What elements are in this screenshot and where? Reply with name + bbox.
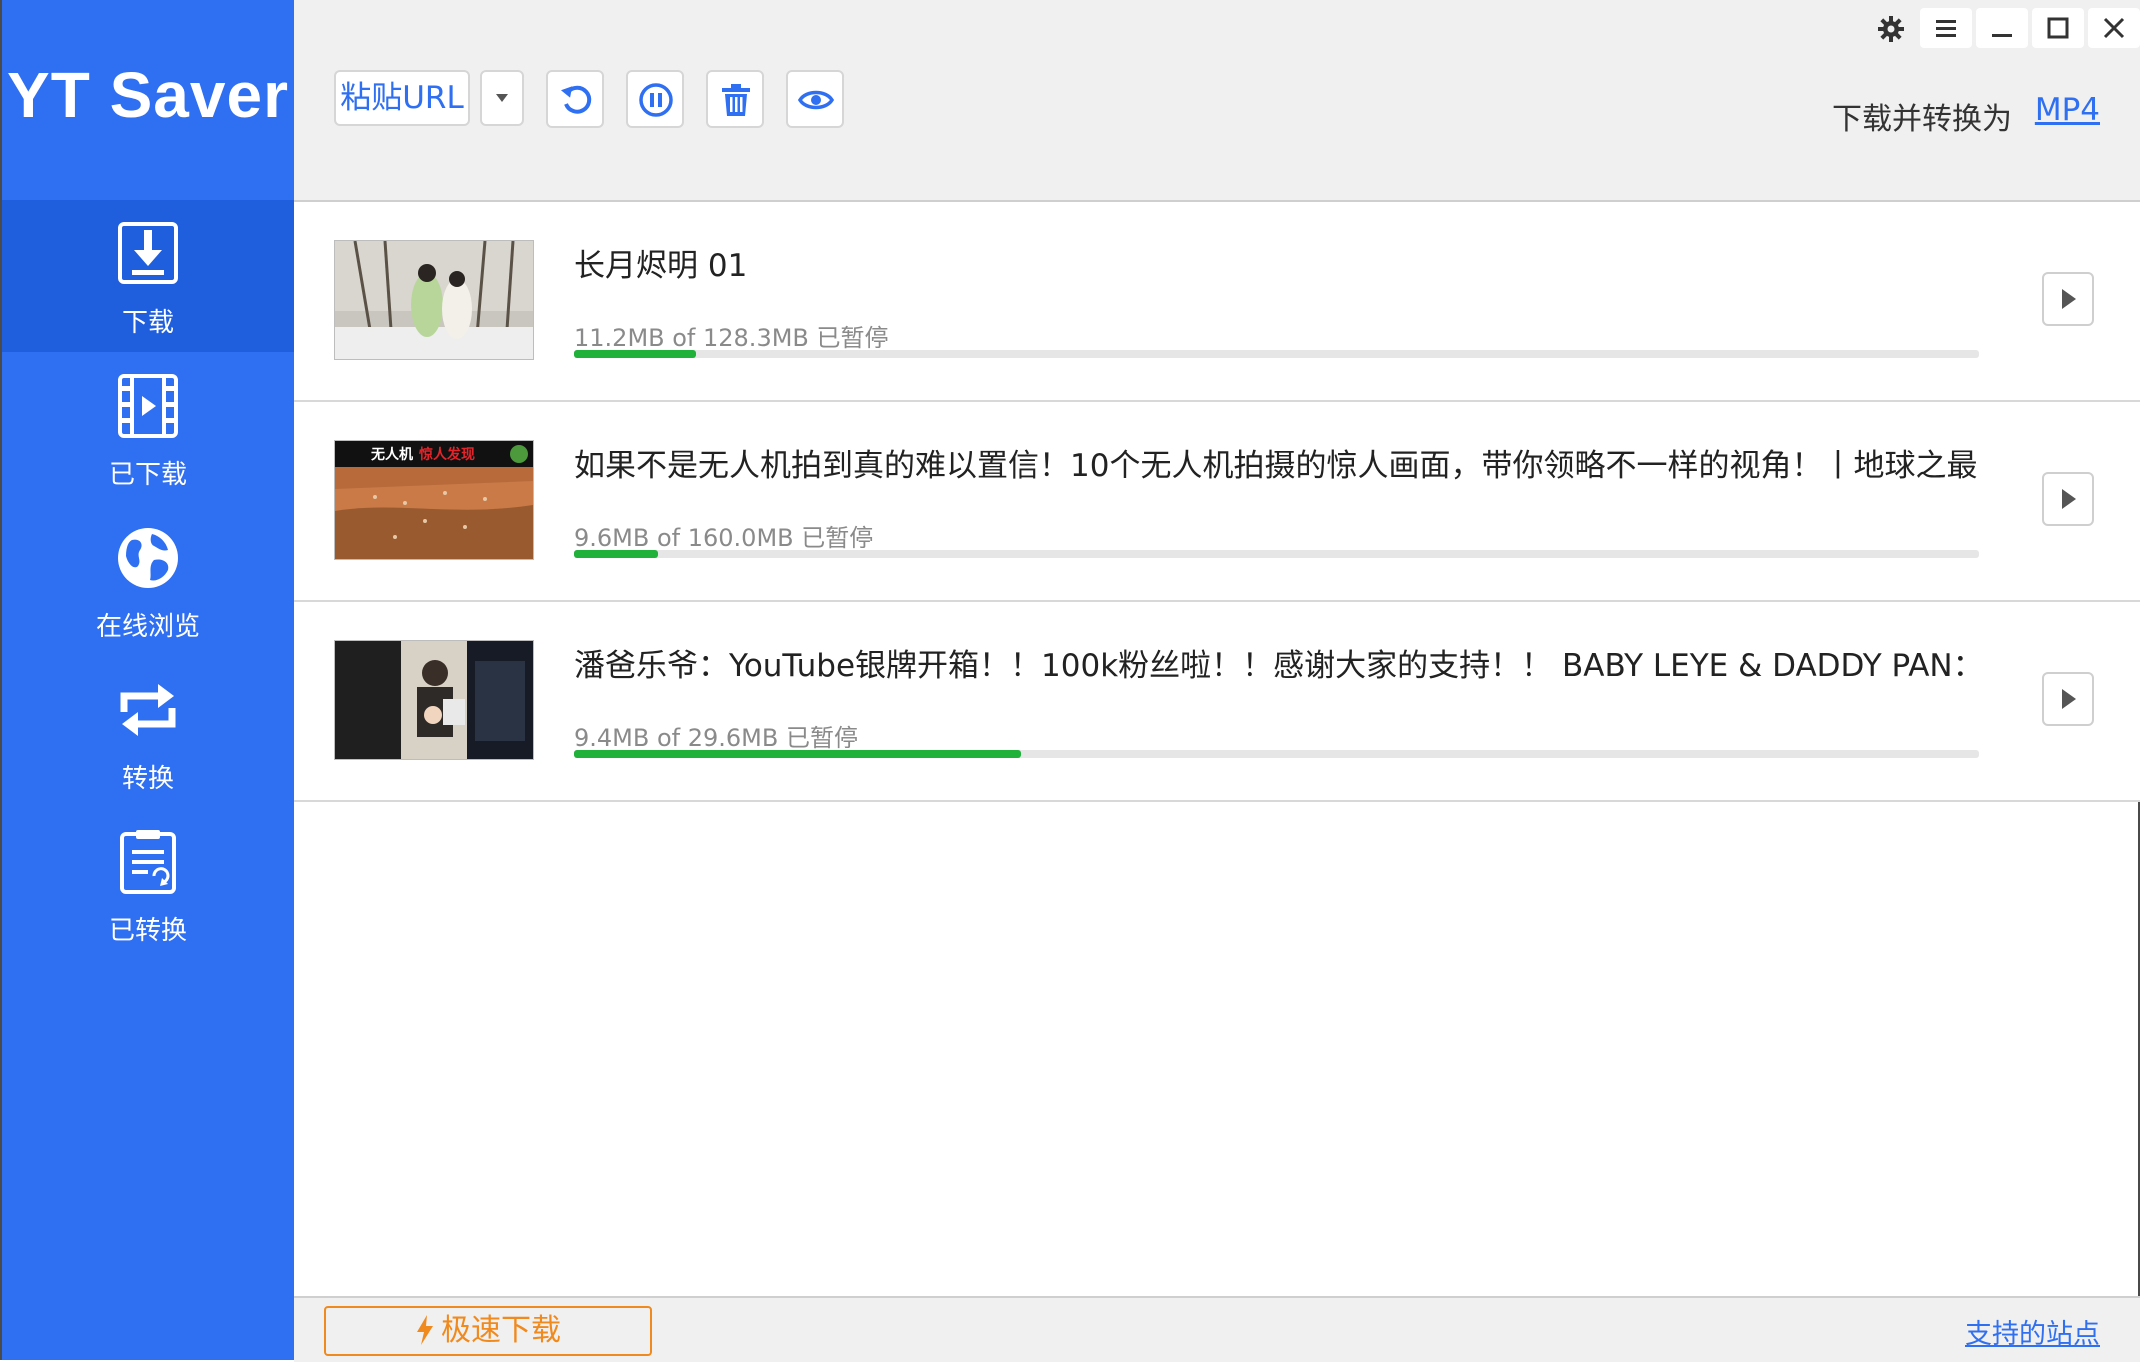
video-thumbnail: 无人机 惊人发现 [334, 440, 534, 560]
fast-download-button[interactable]: 极速下载 [324, 1306, 652, 1356]
refresh-icon [560, 85, 592, 114]
paste-url-dropdown[interactable] [480, 70, 524, 126]
download-row[interactable]: 长月烬明 01 11.2MB of 128.3MB 已暂停 [294, 202, 2140, 402]
progress-bar [574, 550, 1979, 558]
fast-download-label: 极速下载 [441, 1313, 561, 1348]
sidebar-item-label: 在线浏览 [95, 612, 200, 642]
gear-icon [1878, 16, 1904, 42]
download-title: 潘爸乐爷：YouTube银牌开箱！！100k粉丝啦！！感谢大家的支持！！ BAB… [574, 648, 1979, 684]
video-film-icon [118, 374, 178, 438]
sidebar-item-label: 转换 [121, 764, 174, 794]
close-button[interactable] [2088, 8, 2140, 48]
maximize-icon [2047, 17, 2069, 39]
globe-icon [118, 528, 178, 588]
sidebar-item-converted[interactable]: 已转换 [2, 808, 294, 960]
download-status: 9.4MB of 29.6MB 已暂停 [574, 724, 858, 752]
paste-url-button[interactable]: 粘贴URL [334, 70, 470, 126]
maximize-button[interactable] [2032, 8, 2084, 48]
app-window: YT Saver 下载 已下载 在线浏览 转换 已转换 粘贴URL 下载并转换为… [0, 0, 2140, 1362]
play-button[interactable] [2042, 672, 2094, 726]
sidebar-item-convert[interactable]: 转换 [2, 656, 294, 808]
trash-icon [722, 84, 750, 116]
sidebar-item-browse[interactable]: 在线浏览 [2, 504, 294, 656]
settings-button[interactable] [1864, 8, 1916, 48]
sidebar-item-downloaded[interactable]: 已下载 [2, 352, 294, 504]
sidebar-item-download[interactable]: 下载 [2, 200, 294, 352]
play-button[interactable] [2042, 272, 2094, 326]
pause-icon [639, 83, 673, 117]
sidebar-item-label: 已下载 [108, 460, 187, 490]
thumbnail-caption: 无人机 [370, 446, 413, 463]
play-icon [2062, 689, 2076, 709]
app-logo: YT Saver [7, 59, 289, 131]
download-title: 如果不是无人机拍到真的难以置信！10个无人机拍摄的惊人画面，带你领略不一样的视角… [574, 448, 1979, 484]
eye-icon [798, 90, 834, 110]
download-row[interactable]: 无人机 惊人发现 如果不是无人机拍到真的难以置信！10个无人机拍摄的惊人画面，带… [294, 402, 2140, 602]
thumbnail-caption-highlight: 惊人发现 [418, 446, 475, 463]
convert-format-link[interactable]: MP4 [2035, 92, 2100, 128]
download-title: 长月烬明 01 [574, 248, 748, 284]
footer: 极速下载 支持的站点 [294, 1296, 2140, 1362]
preview-button[interactable] [786, 70, 844, 128]
progress-fill [574, 550, 659, 558]
progress-bar [574, 750, 1979, 758]
progress-bar [574, 350, 1979, 358]
convert-label: 下载并转换为 [1832, 102, 2012, 137]
lightning-icon [417, 1315, 433, 1345]
download-row[interactable]: 潘爸乐爷：YouTube银牌开箱！！100k粉丝啦！！感谢大家的支持！！ BAB… [294, 602, 2140, 802]
delete-button[interactable] [706, 70, 764, 128]
sidebar: YT Saver 下载 已下载 在线浏览 转换 已转换 [2, 0, 294, 1360]
play-button[interactable] [2042, 472, 2094, 526]
toolbar: 粘贴URL 下载并转换为 MP4 [294, 0, 2140, 202]
play-icon [2062, 489, 2076, 509]
download-list: 长月烬明 01 11.2MB of 128.3MB 已暂停 无人机 惊人发现 如… [294, 202, 2140, 802]
download-status: 11.2MB of 128.3MB 已暂停 [574, 324, 889, 352]
video-thumbnail [334, 240, 534, 360]
sidebar-item-label: 已转换 [108, 916, 187, 946]
close-icon [2103, 17, 2125, 39]
minimize-icon [1992, 34, 2012, 37]
convert-arrows-icon [120, 684, 176, 736]
refresh-button[interactable] [546, 70, 604, 128]
download-status: 9.6MB of 160.0MB 已暂停 [574, 524, 874, 552]
converted-doc-icon [120, 830, 176, 894]
pause-button[interactable] [626, 70, 684, 128]
menu-icon [1936, 20, 1956, 37]
supported-sites-link[interactable]: 支持的站点 [1965, 1312, 2100, 1351]
menu-button[interactable] [1920, 8, 1972, 48]
video-thumbnail [334, 640, 534, 760]
progress-fill [574, 750, 1021, 758]
play-icon [2062, 289, 2076, 309]
download-icon [118, 222, 178, 284]
sidebar-item-label: 下载 [121, 308, 174, 338]
chevron-down-icon [496, 94, 508, 102]
progress-fill [574, 350, 697, 358]
minimize-button[interactable] [1976, 8, 2028, 48]
